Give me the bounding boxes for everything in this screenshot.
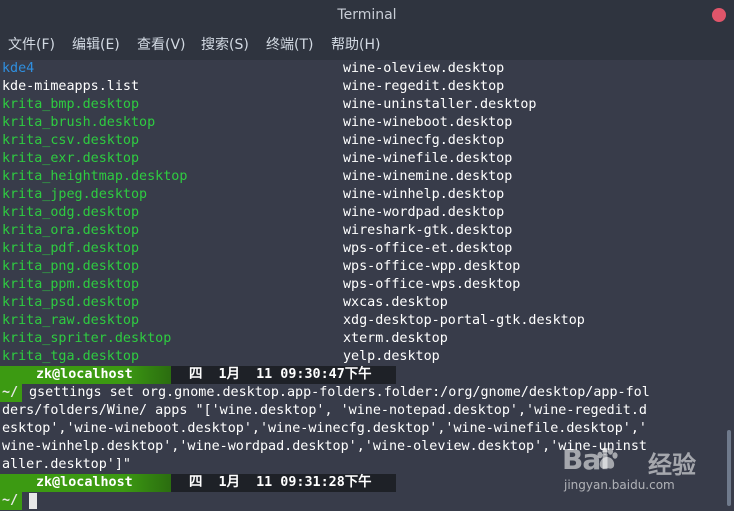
list-item: kde4 (2, 61, 35, 76)
menu-bar: 文件(F) 编辑(E) 查看(V) 搜索(S) 终端(T) 帮助(H) (0, 30, 734, 60)
list-item: wine-winecfg.desktop (343, 133, 505, 148)
list-item: krita_brush.desktop (2, 115, 156, 130)
list-item: wine-winefile.desktop (343, 151, 513, 166)
close-icon[interactable] (712, 8, 726, 22)
list-item: krita_ppm.desktop (2, 277, 140, 292)
command-line-5: aller.desktop']" (2, 457, 131, 472)
list-item: wps-office-wps.desktop (343, 277, 521, 292)
list-item: krita_spriter.desktop (2, 331, 172, 346)
list-item: wine-winhelp.desktop (343, 187, 505, 202)
list-item: krita_odg.desktop (2, 205, 140, 220)
menu-help[interactable]: 帮助(H) (331, 30, 380, 60)
menu-search[interactable]: 搜索(S) (201, 30, 249, 60)
scrollbar[interactable] (724, 60, 734, 511)
list-item: krita_bmp.desktop (2, 97, 140, 112)
list-item: krita_psd.desktop (2, 295, 140, 310)
list-item: krita_csv.desktop (2, 133, 140, 148)
prompt-host: zk@localhost (36, 475, 133, 490)
list-item: wine-winemine.desktop (343, 169, 513, 184)
list-item: krita_tga.desktop (2, 349, 140, 364)
terminal-output[interactable]: kde4 wine-oleview.desktop kde-mimeapps.lis… (0, 60, 722, 511)
list-item: wps-office-et.desktop (343, 241, 513, 256)
list-item: wxcas.desktop (343, 295, 448, 310)
prompt-time: 四 1月 11 09:30:47下午 (189, 367, 372, 382)
terminal-window: Terminal 文件(F) 编辑(E) 查看(V) 搜索(S) 终端(T) 帮… (0, 0, 734, 511)
list-item: kde-mimeapps.list (2, 79, 140, 94)
prompt-host: zk@localhost (36, 367, 133, 382)
list-item: krita_ora.desktop (2, 223, 140, 238)
menu-edit[interactable]: 编辑(E) (72, 30, 120, 60)
list-item: xterm.desktop (343, 331, 448, 346)
prompt-time: 四 1月 11 09:31:28下午 (189, 475, 372, 490)
list-item: wine-wordpad.desktop (343, 205, 505, 220)
list-item: wine-regedit.desktop (343, 79, 505, 94)
list-item: krita_png.desktop (2, 259, 140, 274)
menu-view[interactable]: 查看(V) (137, 30, 186, 60)
command-line-3: esktop','wine-wineboot.desktop','wine-wi… (2, 421, 647, 436)
window-title: Terminal (337, 7, 397, 23)
list-item: wps-office-wpp.desktop (343, 259, 521, 274)
list-item: yelp.desktop (343, 349, 440, 364)
prompt-cwd: ~/ (2, 493, 19, 508)
text-cursor (29, 493, 37, 509)
list-item: krita_pdf.desktop (2, 241, 140, 256)
list-item: krita_raw.desktop (2, 313, 140, 328)
title-bar[interactable]: Terminal (0, 0, 734, 30)
list-item: wireshark-gtk.desktop (343, 223, 513, 238)
prompt-bar: zk@localhost 四 1月 11 09:31:28下午 (0, 474, 396, 492)
command-line-4: wine-winhelp.desktop','wine-wordpad.desk… (2, 439, 647, 454)
list-item: wine-wineboot.desktop (343, 115, 513, 130)
command-line-1: gsettings set org.gnome.desktop.app-fold… (29, 385, 650, 400)
list-item: krita_jpeg.desktop (2, 187, 148, 202)
list-item: wine-oleview.desktop (343, 61, 505, 76)
prompt-bar: zk@localhost 四 1月 11 09:30:47下午 (0, 366, 396, 384)
menu-terminal[interactable]: 终端(T) (266, 30, 313, 60)
list-item: krita_exr.desktop (2, 151, 140, 166)
menu-file[interactable]: 文件(F) (8, 30, 55, 60)
command-line-2: ders/folders/Wine/ apps "['wine.desktop'… (2, 403, 647, 418)
scrollbar-thumb[interactable] (727, 430, 731, 506)
list-item: krita_heightmap.desktop (2, 169, 188, 184)
list-item: wine-uninstaller.desktop (343, 97, 537, 112)
list-item: xdg-desktop-portal-gtk.desktop (343, 313, 585, 328)
prompt-cwd: ~/ (2, 385, 19, 400)
